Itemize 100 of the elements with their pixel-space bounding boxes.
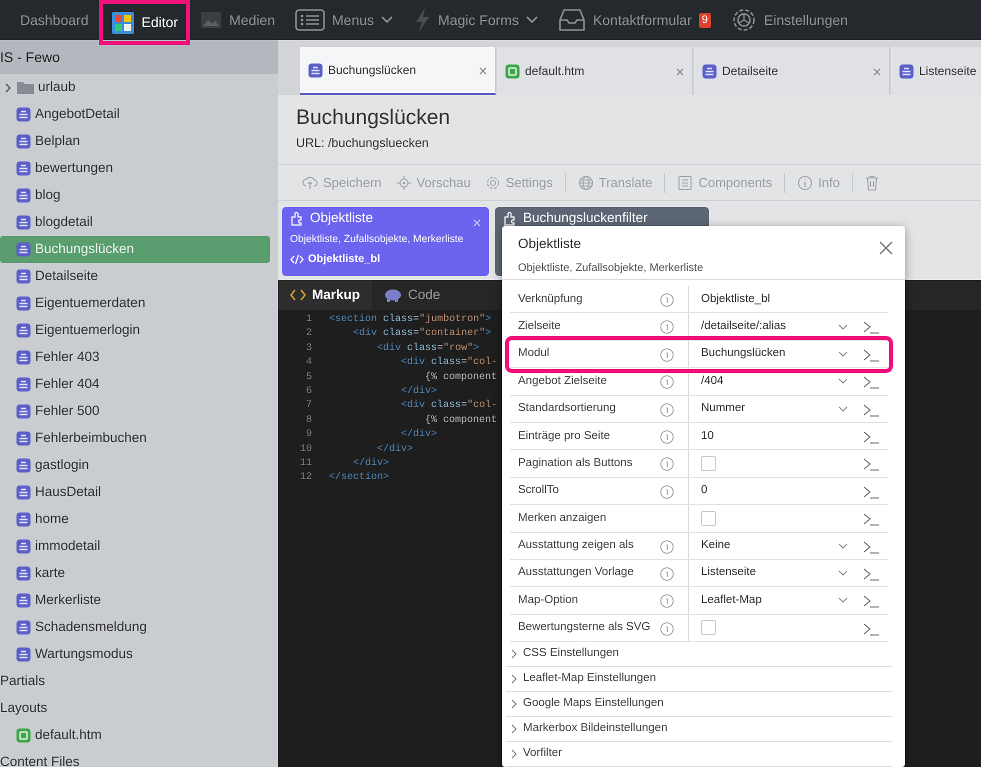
page-icon — [16, 350, 31, 365]
page-icon — [16, 512, 31, 527]
property-label: Bewertungsterne als SVG — [517, 620, 652, 636]
terminal-icon — [862, 512, 880, 526]
code-line: <div class="col- — [400, 356, 498, 370]
nav-link[interactable]: Einstellungen — [720, 0, 858, 40]
line-number: 9 — [304, 428, 312, 442]
line-number: 4 — [304, 356, 312, 370]
layout-icon — [16, 728, 31, 743]
text-field[interactable]: 10 — [688, 422, 862, 450]
tree-item[interactable]: Schadensmeldung — [0, 614, 270, 641]
terminal-icon — [862, 484, 880, 499]
info-icon — [660, 594, 674, 608]
section-heading[interactable]: Partials — [0, 668, 270, 695]
layout-icon — [505, 64, 520, 78]
nav-link[interactable]: Kontaktformular 9 — [548, 0, 721, 40]
collapsible-section[interactable]: Leaflet-Map Einstellungen — [506, 667, 892, 692]
caret-icon — [526, 16, 538, 24]
code-icon — [290, 254, 304, 266]
popover-subtitle: Objektliste, Zufallsobjekte, Merkerliste — [518, 261, 704, 276]
tree-item[interactable]: HausDetail — [0, 479, 270, 506]
sidebar-title: IS - Fewo — [0, 40, 278, 74]
select-field[interactable]: Nummer — [688, 396, 862, 422]
tree-item[interactable]: Eigentuemerlogin — [0, 317, 270, 344]
select-field[interactable]: Buchungslücken — [688, 340, 862, 368]
tree-item[interactable]: Fehler 404 — [0, 371, 270, 398]
tree-item[interactable]: Fehler 403 — [0, 344, 270, 371]
collapsible-section[interactable]: CSS Einstellungen — [506, 642, 892, 668]
tree-item[interactable]: default.htm — [0, 722, 270, 749]
elephant-icon — [384, 288, 402, 302]
component-title: Objektliste — [310, 210, 374, 226]
page-icon — [16, 134, 31, 149]
text-field[interactable]: Objektliste_bl — [688, 286, 862, 312]
tree-item[interactable]: gastlogin — [0, 452, 270, 479]
checkbox[interactable] — [701, 510, 716, 526]
tree-item[interactable]: Belplan — [0, 128, 270, 155]
page-icon — [16, 593, 31, 608]
editor-tab[interactable]: default.htm — [497, 47, 693, 95]
collapsible-section[interactable]: Google Maps Einstellungen — [506, 692, 892, 718]
select-field[interactable]: Leaflet-Map — [688, 587, 862, 614]
tree-item[interactable]: Merkerliste — [0, 587, 270, 614]
tree-item[interactable]: karte — [0, 560, 270, 587]
text-field[interactable]: 0 — [688, 478, 862, 504]
property-label: Ausstattungen Vorlage — [517, 565, 635, 580]
page-icon — [16, 566, 31, 581]
terminal-icon — [862, 430, 880, 444]
select-field[interactable]: /detailseite/:alias — [688, 313, 862, 340]
nav-link[interactable]: Magic Forms — [403, 0, 548, 40]
nav-link[interactable]: Dashboard — [10, 0, 98, 40]
code-line: <div class="row"> — [376, 342, 480, 356]
property-label: Merken anzaigen — [517, 510, 608, 526]
code-line: </div> — [376, 442, 414, 457]
line-number: 6 — [304, 384, 312, 399]
line-number: 12 — [298, 471, 312, 486]
tree-item[interactable]: blogdetail — [0, 209, 270, 236]
page-icon — [16, 296, 31, 311]
section-heading[interactable]: Content Files — [0, 749, 270, 767]
settings-icon — [484, 174, 501, 190]
page-icon — [16, 647, 31, 662]
editor-tab[interactable]: Markup — [278, 280, 372, 310]
checkbox[interactable] — [701, 620, 716, 636]
select-field[interactable]: /404 — [688, 368, 862, 395]
page-icon — [899, 64, 914, 78]
chevron-icon — [838, 570, 848, 576]
page-icon — [16, 431, 31, 446]
nav-link[interactable]: Menus — [285, 0, 404, 40]
info-icon — [660, 375, 674, 390]
collapsible-section[interactable]: Markerbox Bildeinstellungen — [506, 717, 892, 742]
tree-item[interactable]: urlaub — [0, 74, 270, 101]
checkbox[interactable] — [701, 456, 716, 472]
page-icon — [16, 107, 31, 122]
terminal-icon — [862, 348, 880, 362]
component-card[interactable]: Objektliste Objektliste, Zufallsobjekte, Merkerliste Objektliste_bl — [282, 207, 489, 276]
select-field[interactable]: Listenseite — [688, 560, 862, 586]
select-field[interactable]: Keine — [688, 532, 862, 559]
tree-item[interactable]: Fehlerbeimbuchen — [0, 425, 270, 452]
property-label: Modul — [517, 346, 550, 362]
line-number: 7 — [304, 399, 312, 414]
tree-item[interactable]: bewertungen — [0, 155, 270, 182]
tree-item[interactable]: AngebotDetail — [0, 101, 270, 128]
tree-item[interactable]: home — [0, 506, 270, 533]
section-heading[interactable]: Layouts — [0, 695, 270, 722]
tree-item[interactable]: Detailseite — [0, 263, 270, 290]
page-icon — [16, 188, 31, 203]
editor-tab[interactable]: Detailseite — [694, 47, 890, 95]
info-icon — [660, 484, 674, 499]
tree-item[interactable]: immodetail — [0, 533, 270, 560]
tree-item[interactable]: Fehler 500 — [0, 398, 270, 425]
image-icon — [200, 11, 222, 29]
page-icon — [16, 377, 31, 392]
editor-tab[interactable]: Listenseite — [891, 47, 981, 95]
tree-item[interactable]: Eigentuemerdaten — [0, 290, 270, 317]
editor-tab[interactable]: Code — [372, 280, 452, 310]
collapsible-section[interactable]: Vorfilter — [506, 742, 892, 767]
folder-icon — [17, 81, 34, 94]
globe-icon — [578, 174, 594, 190]
editor-tab[interactable]: Buchungslücken — [300, 47, 496, 95]
nav-link[interactable]: Medien — [190, 0, 285, 40]
tree-item[interactable]: blog — [0, 182, 270, 209]
tree-item[interactable]: Wartungsmodus — [0, 641, 270, 668]
